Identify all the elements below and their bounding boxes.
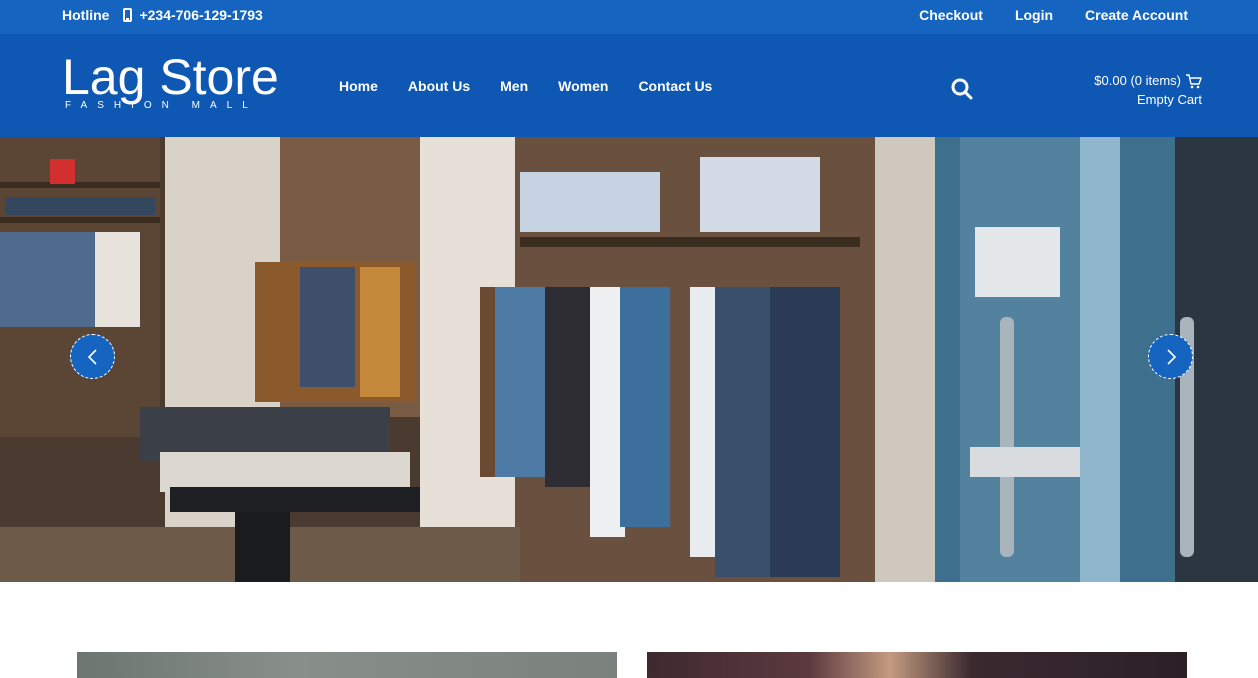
slider-next-button[interactable] bbox=[1148, 334, 1193, 379]
top-bar: Hotline +234-706-129-1793 Checkout Login… bbox=[0, 0, 1258, 34]
logo-title: Lag Store bbox=[62, 49, 279, 105]
hotline: Hotline +234-706-129-1793 bbox=[62, 0, 263, 30]
create-account-link[interactable]: Create Account bbox=[1085, 7, 1188, 23]
cart-icon bbox=[1186, 73, 1202, 88]
login-link[interactable]: Login bbox=[1015, 7, 1053, 23]
hotline-number[interactable]: +234-706-129-1793 bbox=[139, 7, 262, 23]
category-banner-2[interactable] bbox=[647, 652, 1187, 678]
hero-slider bbox=[0, 137, 1258, 582]
nav-men[interactable]: Men bbox=[500, 78, 528, 94]
search-icon[interactable] bbox=[950, 77, 974, 101]
hotline-label: Hotline bbox=[62, 7, 110, 23]
cart-summary: $0.00 (0 items) bbox=[1094, 73, 1181, 88]
nav-home[interactable]: Home bbox=[339, 78, 378, 94]
store-logo[interactable]: Lag Store FASHION MALL bbox=[62, 52, 302, 116]
nav-about-us[interactable]: About Us bbox=[408, 78, 470, 94]
main-nav: Home About Us Men Women Contact Us bbox=[339, 34, 742, 137]
main-header: Lag Store FASHION MALL Home About Us Men… bbox=[0, 34, 1258, 137]
nav-contact-us[interactable]: Contact Us bbox=[638, 78, 712, 94]
mini-cart[interactable]: $0.00 (0 items) Empty Cart bbox=[1094, 71, 1202, 109]
hero-image bbox=[0, 137, 1258, 582]
slider-prev-button[interactable] bbox=[70, 334, 115, 379]
cart-status: Empty Cart bbox=[1136, 92, 1202, 107]
nav-women[interactable]: Women bbox=[558, 78, 608, 94]
category-banner-1[interactable] bbox=[77, 652, 617, 678]
phone-icon bbox=[123, 8, 133, 22]
chevron-left-icon bbox=[87, 348, 97, 365]
logo-tagline: FASHION MALL bbox=[65, 100, 258, 111]
account-links: Checkout Login Create Account bbox=[887, 0, 1188, 30]
chevron-right-icon bbox=[1166, 348, 1176, 365]
checkout-link[interactable]: Checkout bbox=[919, 7, 983, 23]
